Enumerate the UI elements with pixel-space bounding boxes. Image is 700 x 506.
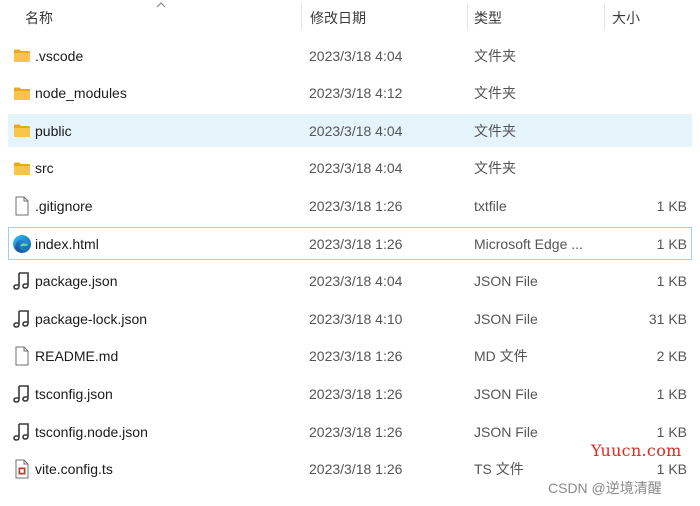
file-row[interactable]: tsconfig.node.json 2023/3/18 1:26 JSON Fil… bbox=[8, 415, 692, 448]
file-row[interactable]: public 2023/3/18 4:04 文件夹 bbox=[8, 114, 692, 148]
file-modified-date: 2023/3/18 1:26 bbox=[309, 197, 403, 214]
text-file-icon bbox=[12, 341, 32, 372]
file-row[interactable]: README.md 2023/3/18 1:26 MD 文件 2 KB bbox=[8, 340, 692, 373]
file-size bbox=[607, 115, 687, 146]
file-size: 1 KB bbox=[656, 197, 687, 214]
file-modified-date: 2023/3/18 4:04 bbox=[309, 122, 403, 139]
file-name: README.md bbox=[35, 348, 119, 365]
file-type: JSON File bbox=[474, 273, 538, 290]
file-type: JSON File bbox=[474, 310, 538, 327]
file-type: JSON File bbox=[474, 423, 538, 440]
file-type: txtfile bbox=[474, 197, 507, 214]
file-type: MD 文件 bbox=[474, 348, 528, 365]
file-modified-date: 2023/3/18 4:04 bbox=[309, 273, 403, 290]
file-modified-date: 2023/3/18 4:10 bbox=[309, 310, 403, 327]
file-row[interactable]: src 2023/3/18 4:04 文件夹 bbox=[8, 152, 692, 185]
column-header-type[interactable]: 类型 bbox=[474, 0, 502, 36]
file-size: 31 KB bbox=[648, 310, 687, 327]
folder-icon bbox=[12, 115, 32, 146]
file-size bbox=[607, 153, 687, 184]
file-row[interactable]: .vscode 2023/3/18 4:04 文件夹 bbox=[8, 39, 692, 72]
file-row[interactable]: .gitignore 2023/3/18 1:26 txtfile 1 KB bbox=[8, 189, 692, 222]
file-type: JSON File bbox=[474, 385, 538, 402]
file-size: 1 KB bbox=[656, 385, 687, 402]
file-size: 2 KB bbox=[656, 348, 687, 365]
folder-icon bbox=[12, 153, 32, 184]
ts-file-icon bbox=[12, 454, 32, 485]
column-divider[interactable] bbox=[467, 4, 468, 30]
file-type: 文件夹 bbox=[474, 122, 516, 139]
file-modified-date: 2023/3/18 4:04 bbox=[309, 47, 403, 64]
file-row[interactable]: package-lock.json 2023/3/18 4:10 JSON File… bbox=[8, 302, 692, 335]
file-modified-date: 2023/3/18 4:12 bbox=[309, 85, 403, 102]
json-file-icon bbox=[12, 378, 32, 409]
json-file-icon bbox=[12, 303, 32, 334]
file-name: .gitignore bbox=[35, 197, 93, 214]
file-row[interactable]: index.html 2023/3/18 1:26 Microsoft Edge .… bbox=[8, 227, 692, 260]
column-header: 名称 修改日期 类型 大小 bbox=[0, 0, 700, 36]
file-name: package.json bbox=[35, 273, 118, 290]
sort-ascending-icon bbox=[156, 2, 166, 8]
column-header-date[interactable]: 修改日期 bbox=[310, 0, 366, 36]
json-file-icon bbox=[12, 416, 32, 447]
file-type: 文件夹 bbox=[474, 160, 516, 177]
file-type: 文件夹 bbox=[474, 85, 516, 102]
file-type: Microsoft Edge ... bbox=[474, 235, 583, 252]
file-modified-date: 2023/3/18 1:26 bbox=[309, 235, 403, 252]
file-size: 1 KB bbox=[656, 273, 687, 290]
column-header-size[interactable]: 大小 bbox=[612, 0, 640, 36]
file-name: tsconfig.json bbox=[35, 385, 113, 402]
watermark-author: CSDN @逆境清醒 bbox=[548, 480, 662, 496]
file-size bbox=[607, 78, 687, 109]
file-row[interactable]: node_modules 2023/3/18 4:12 文件夹 bbox=[8, 77, 692, 110]
text-file-icon bbox=[12, 190, 32, 221]
file-modified-date: 2023/3/18 1:26 bbox=[309, 461, 403, 478]
json-file-icon bbox=[12, 266, 32, 297]
file-name: vite.config.ts bbox=[35, 461, 113, 478]
file-type: 文件夹 bbox=[474, 47, 516, 64]
file-name: package-lock.json bbox=[35, 310, 148, 327]
file-row[interactable]: package.json 2023/3/18 4:04 JSON File 1 KB bbox=[8, 265, 692, 298]
column-divider[interactable] bbox=[604, 4, 605, 30]
column-divider[interactable] bbox=[301, 4, 302, 30]
watermark-site: Yuucn.com bbox=[591, 441, 682, 460]
file-size: 1 KB bbox=[656, 235, 687, 252]
file-name: .vscode bbox=[35, 47, 84, 64]
folder-icon bbox=[12, 40, 32, 71]
file-name: src bbox=[35, 160, 54, 177]
edge-icon bbox=[12, 228, 32, 259]
file-name: tsconfig.node.json bbox=[35, 423, 148, 440]
file-modified-date: 2023/3/18 1:26 bbox=[309, 423, 403, 440]
file-name: public bbox=[35, 122, 72, 139]
file-name: index.html bbox=[35, 235, 99, 252]
column-header-name[interactable]: 名称 bbox=[25, 0, 53, 36]
file-modified-date: 2023/3/18 4:04 bbox=[309, 160, 403, 177]
file-modified-date: 2023/3/18 1:26 bbox=[309, 348, 403, 365]
file-name: node_modules bbox=[35, 85, 127, 102]
file-modified-date: 2023/3/18 1:26 bbox=[309, 385, 403, 402]
file-row[interactable]: tsconfig.json 2023/3/18 1:26 JSON File 1 KB bbox=[8, 377, 692, 410]
folder-icon bbox=[12, 78, 32, 109]
file-size bbox=[607, 40, 687, 71]
